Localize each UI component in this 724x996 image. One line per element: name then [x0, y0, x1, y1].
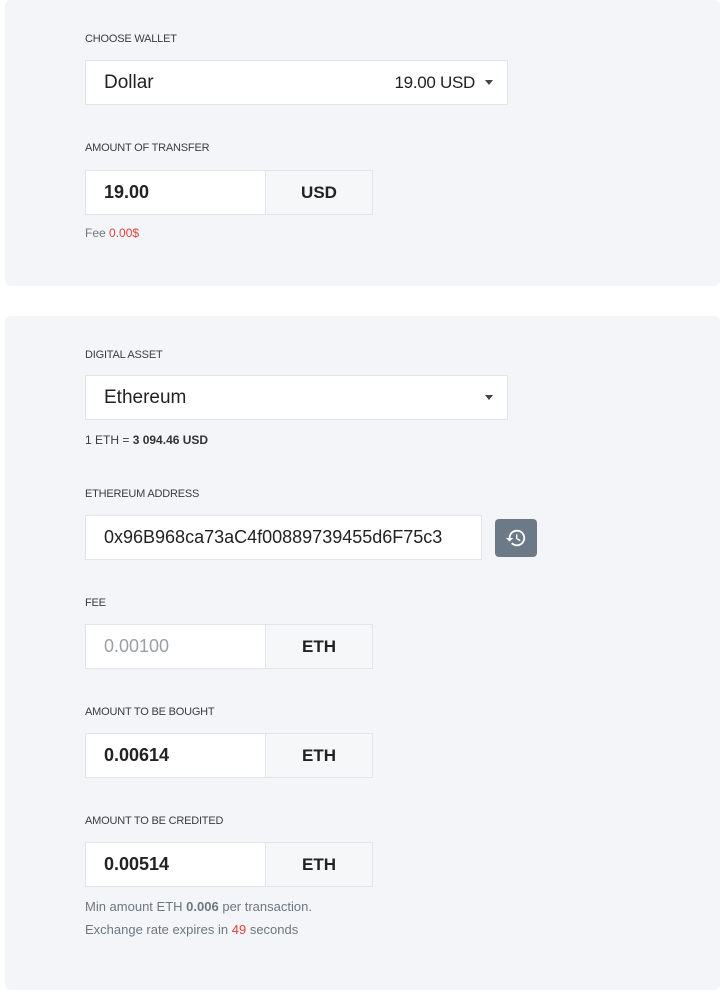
amount-to-be-bought-label: AMOUNT TO BE BOUGHT	[85, 706, 215, 718]
min-prefix: Min amount ETH	[85, 899, 183, 914]
amount-bought-unit: ETH	[265, 733, 373, 778]
digital-asset-select[interactable]: Ethereum	[85, 375, 508, 420]
wallet-select[interactable]: Dollar 19.00 USD	[85, 60, 508, 105]
amount-bought-group: 0.00614 ETH	[85, 733, 373, 778]
expiry-suffix: seconds	[249, 922, 299, 937]
amount-credited-group: 0.00514 ETH	[85, 842, 373, 887]
ethereum-address-label: ETHEREUM ADDRESS	[85, 488, 200, 500]
ethereum-address-input[interactable]: 0x96B968ca73aC4f00889739455d6F75c3	[85, 515, 482, 560]
amount-unit: USD	[265, 170, 373, 215]
wallet-balance: 19.00 USD	[394, 72, 476, 92]
digital-asset-card: DIGITAL ASSET Ethereum 1 ETH = 3 094.46 …	[5, 316, 720, 990]
asset-name: Ethereum	[104, 386, 187, 408]
amount-of-transfer-label: AMOUNT OF TRANSFER	[85, 142, 210, 154]
amount-bought-input[interactable]: 0.00614	[85, 733, 265, 778]
rate-value: 3 094.46 USD	[132, 433, 209, 447]
min-suffix: per transaction.	[222, 899, 312, 914]
expiry-seconds: 49	[231, 922, 247, 937]
digital-asset-label: DIGITAL ASSET	[85, 349, 163, 361]
chevron-down-icon	[485, 80, 493, 85]
address-history-button[interactable]	[495, 519, 537, 557]
fee-input[interactable]: 0.00100	[85, 624, 265, 669]
fee-prefix: Fee	[85, 226, 106, 240]
min-value: 0.006	[186, 899, 219, 914]
amount-to-be-credited-label: AMOUNT TO BE CREDITED	[85, 815, 224, 827]
fee-group: 0.00100 ETH	[85, 624, 373, 669]
amount-of-transfer-group: 19.00 USD	[85, 170, 373, 215]
chevron-down-icon	[485, 395, 493, 400]
fee-value: 0.00$	[109, 226, 140, 240]
choose-wallet-label: CHOOSE WALLET	[85, 33, 177, 45]
wallet-card: CHOOSE WALLET Dollar 19.00 USD AMOUNT OF…	[5, 0, 720, 286]
amount-of-transfer-input[interactable]: 19.00	[85, 170, 265, 215]
history-icon	[505, 529, 526, 547]
fee-label: FEE	[85, 597, 106, 609]
amount-credited-input[interactable]: 0.00514	[85, 842, 265, 887]
exchange-rate-text: 1 ETH = 3 094.46 USD	[85, 433, 208, 447]
expiry-prefix: Exchange rate expires in	[85, 922, 229, 937]
expiry-text: Exchange rate expires in 49 seconds	[85, 922, 298, 937]
wallet-name: Dollar	[104, 71, 154, 93]
amount-credited-unit: ETH	[265, 842, 373, 887]
rate-prefix: 1 ETH =	[85, 433, 130, 447]
transfer-fee-text: Fee 0.00$	[85, 226, 139, 240]
fee-unit: ETH	[265, 624, 373, 669]
min-amount-text: Min amount ETH 0.006 per transaction.	[85, 899, 312, 914]
